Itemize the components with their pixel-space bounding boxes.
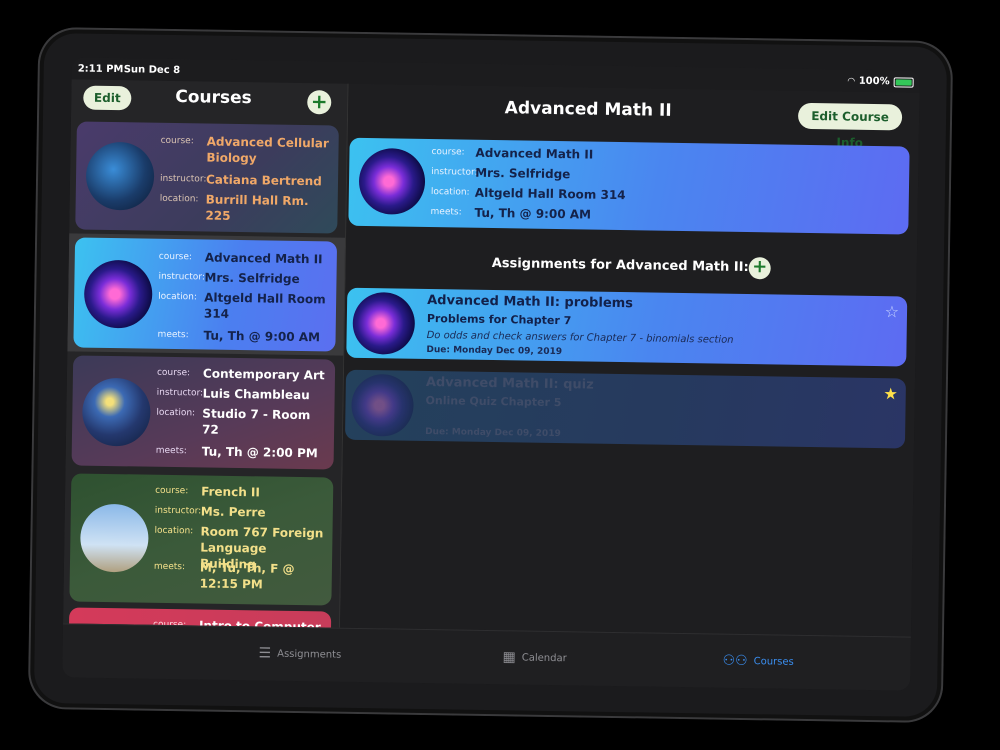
sidebar-title: Courses — [175, 87, 252, 109]
fractal-thumbnail — [352, 291, 416, 355]
edit-course-info-button[interactable]: Edit Course Info — [797, 102, 903, 150]
assignment-due-date: Due: Monday Dec 09, 2019 — [426, 344, 563, 358]
tab-courses[interactable]: ⚇⚇ Courses — [722, 653, 793, 670]
assignment-card-quiz[interactable]: Advanced Math II: quiz Online Quiz Chapt… — [344, 369, 906, 449]
instructor-name: Mrs. Selfridge — [475, 165, 571, 182]
tab-label: Courses — [753, 655, 794, 668]
courses-sidebar: Edit Courses + course: Advanced Cellular … — [63, 79, 349, 652]
starry-night-thumbnail — [81, 377, 151, 447]
status-time: 2:11 PM — [77, 63, 124, 76]
course-card-advanced-math-ii[interactable]: course: Advanced Math II instructor: Mrs. … — [73, 237, 338, 352]
instructor-label: instructor: — [158, 271, 205, 283]
course-card-advanced-cellular-biology[interactable]: course: Advanced Cellular Biology instruc… — [75, 121, 339, 234]
instructor-name: Ms. Perre — [200, 504, 266, 520]
screen: 2:11 PM Sun Dec 8 ◠ 100% Edit Courses + … — [62, 57, 920, 691]
course-name: Advanced Math II — [475, 145, 594, 162]
instructor-name: Catiana Bertrend — [205, 172, 322, 189]
instructor-label: instructor: — [159, 173, 207, 185]
course-detail-pane: Advanced Math II Edit Course Info course… — [340, 83, 920, 637]
sidebar-header: Edit Courses + — [71, 79, 348, 123]
meets-value: M, Tu, Th, F @ 12:15 PM — [199, 560, 295, 592]
location-label: location: — [159, 193, 199, 205]
meets-value: Tu, Th @ 2:00 PM — [201, 444, 318, 461]
add-assignment-button[interactable]: + — [748, 256, 771, 280]
meets-label: meets: — [157, 329, 189, 341]
assignment-subtitle: Problems for Chapter 7 — [426, 311, 572, 328]
meets-label: meets: — [153, 561, 186, 573]
meets-label: meets: — [155, 445, 187, 457]
course-label: course: — [156, 367, 191, 379]
assignment-title: Advanced Math II: quiz — [425, 374, 594, 393]
battery-percent: 100% — [858, 75, 890, 88]
assignment-due-date: Due: Monday Dec 09, 2019 — [425, 426, 561, 440]
location-value: Altgeld Hall Room 314 — [474, 185, 626, 203]
course-label: course: — [431, 147, 465, 158]
location-value: Burrill Hall Rm. 225 — [205, 192, 309, 223]
tab-assignments[interactable]: ☰ Assignments — [258, 645, 341, 662]
instructor-label: instructor: — [431, 167, 478, 178]
assignment-notes: Do odds and check answers for Chapter 7 … — [426, 329, 734, 346]
meets-label: meets: — [430, 207, 462, 218]
battery-icon — [893, 76, 914, 88]
add-course-button[interactable]: + — [307, 89, 332, 115]
meets-value: Tu, Th @ 9:00 AM — [474, 205, 592, 222]
course-label: course: — [160, 135, 194, 147]
ipad-frame: 2:11 PM Sun Dec 8 ◠ 100% Edit Courses + … — [27, 26, 954, 724]
meets-value: Tu, Th @ 9:00 AM — [203, 328, 321, 345]
tab-label: Calendar — [521, 652, 567, 664]
location-label: location: — [158, 291, 198, 303]
location-value: Studio 7 - Room 72 — [201, 406, 311, 437]
tab-calendar[interactable]: ▦ Calendar — [502, 649, 566, 666]
instructor-name: Luis Chambleau — [202, 386, 310, 403]
edit-button[interactable]: Edit — [83, 85, 132, 111]
fractal-thumbnail — [358, 147, 426, 215]
instructor-name: Mrs. Selfridge — [204, 270, 300, 286]
wifi-icon: ◠ — [847, 76, 855, 87]
location-value: Altgeld Hall Room 314 — [203, 290, 326, 321]
eiffel-tower-thumbnail — [79, 503, 149, 573]
location-label: location: — [154, 525, 194, 537]
people-icon: ⚇⚇ — [722, 652, 748, 670]
course-label: course: — [155, 485, 189, 497]
course-name: Advanced Math II — [204, 250, 323, 267]
star-filled-icon[interactable]: ★ — [883, 384, 898, 403]
course-label: course: — [158, 251, 193, 263]
course-info-card: course: Advanced Math II instructor: Mrs. … — [348, 137, 910, 235]
instructor-label: instructor: — [154, 505, 202, 517]
tab-label: Assignments — [277, 648, 342, 661]
status-right: ◠ 100% — [848, 76, 914, 88]
course-card-french-ii[interactable]: course: French II instructor: Ms. Perre lo… — [69, 473, 334, 606]
location-label: location: — [156, 407, 196, 419]
course-card-contemporary-art[interactable]: course: Contemporary Art instructor: Luis … — [71, 355, 336, 470]
assignment-title: Advanced Math II: problems — [427, 292, 634, 312]
star-outline-icon[interactable]: ☆ — [885, 302, 900, 321]
dna-thumbnail — [85, 141, 155, 211]
fractal-thumbnail — [83, 259, 153, 329]
fractal-thumbnail — [351, 373, 414, 437]
calendar-icon: ▦ — [502, 649, 516, 666]
assignment-subtitle: Online Quiz Chapter 5 — [425, 393, 562, 410]
location-label: location: — [430, 187, 470, 198]
course-name: Advanced Cellular Biology — [206, 134, 329, 166]
list-icon: ☰ — [258, 645, 272, 662]
course-name: Contemporary Art — [202, 366, 325, 383]
course-name: French II — [201, 484, 261, 500]
page-title: Advanced Math II — [504, 98, 672, 121]
instructor-label: instructor: — [156, 387, 204, 399]
status-date: Sun Dec 8 — [123, 64, 181, 77]
assignments-header: Assignments for Advanced Math II: — [491, 256, 749, 276]
assignment-card-problems[interactable]: Advanced Math II: problems Problems for … — [346, 287, 908, 367]
